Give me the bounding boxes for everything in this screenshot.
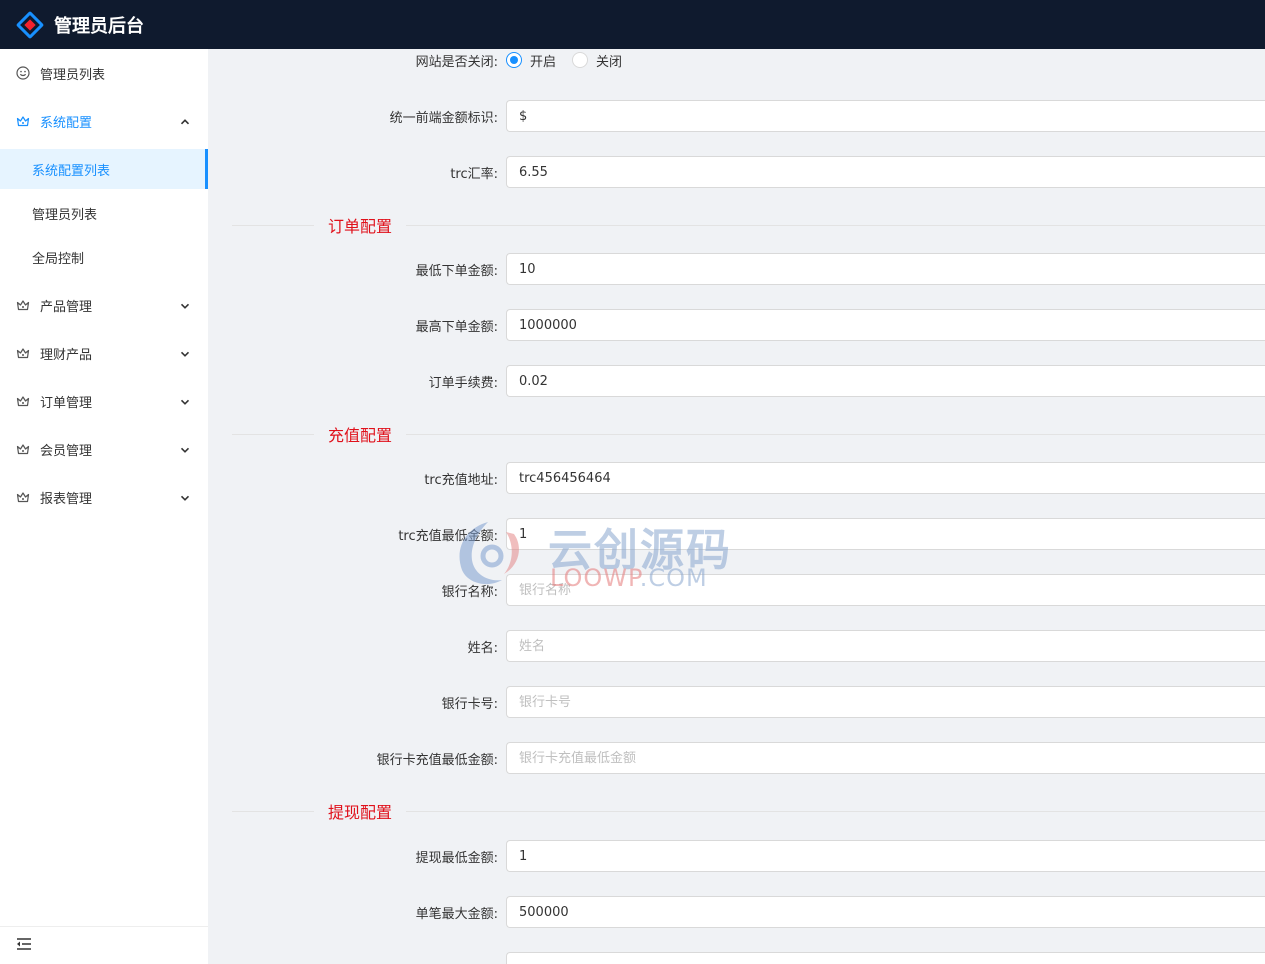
withdraw-max-input[interactable]	[506, 896, 1265, 928]
bank-min-input[interactable]	[506, 742, 1265, 774]
currency-symbol-input[interactable]	[506, 100, 1265, 132]
section-title-withdraw: 提现配置	[328, 803, 393, 822]
withdraw-min-input[interactable]	[506, 840, 1265, 872]
sidebar-item-label: 系统配置	[40, 115, 93, 131]
holder-name-input[interactable]	[506, 630, 1265, 662]
section-title-recharge: 充值配置	[328, 426, 393, 445]
form-row-site-close: 网站是否关闭: 开启 关闭	[208, 49, 1265, 76]
form-row-currency-symbol: 统一前端金额标识:	[208, 100, 1265, 132]
chevron-up-icon	[180, 116, 190, 126]
chevron-down-icon	[180, 348, 190, 358]
crown-icon	[16, 442, 30, 456]
sidebar-item-report-management[interactable]: 报表管理	[0, 473, 208, 521]
sidebar-subitem-system-config-list[interactable]: 系统配置列表	[0, 149, 208, 189]
chevron-down-icon	[180, 300, 190, 310]
app-logo-icon	[15, 10, 45, 39]
order-fee-input[interactable]	[506, 365, 1265, 397]
trc-rate-label: trc汇率:	[450, 166, 498, 182]
radio-close[interactable]	[572, 52, 589, 68]
sidebar-item-label: 理财产品	[40, 347, 93, 363]
menu-fold-icon	[16, 937, 32, 955]
radio-open-label: 开启	[530, 54, 557, 70]
partial-input[interactable]	[506, 952, 1265, 964]
trc-address-label: trc充值地址:	[424, 472, 498, 488]
radio-open[interactable]	[506, 52, 522, 68]
bank-name-label: 银行名称:	[441, 584, 498, 600]
order-fee-label: 订单手续费:	[428, 375, 498, 391]
sidebar-item-order-management[interactable]: 订单管理	[0, 377, 208, 425]
sidebar-item-label: 产品管理	[40, 299, 93, 315]
bank-name-input[interactable]	[506, 574, 1265, 606]
form-row-bank-name: 银行名称:	[208, 574, 1265, 606]
site-close-radio-group: 开启 关闭	[506, 51, 638, 70]
crown-icon	[16, 346, 30, 360]
trc-min-input[interactable]	[506, 518, 1265, 550]
form-row-partial	[208, 952, 1265, 964]
sidebar-item-system-config[interactable]: 系统配置	[0, 97, 208, 145]
form-row-trc-rate: trc汇率:	[208, 156, 1265, 188]
sidebar-item-member-management[interactable]: 会员管理	[0, 425, 208, 473]
crown-icon	[16, 114, 30, 128]
sidebar: 管理员列表 系统配置 系统配置列表 管理员列表 全局控制 产品管理 理财产品 订…	[0, 49, 208, 964]
sidebar-item-wealth-products[interactable]: 理财产品	[0, 329, 208, 377]
max-order-label: 最高下单金额:	[415, 319, 498, 335]
chevron-down-icon	[180, 492, 190, 502]
bank-min-label: 银行卡充值最低金额:	[376, 752, 498, 768]
trc-address-input[interactable]	[506, 462, 1265, 494]
section-title-order: 订单配置	[328, 217, 393, 236]
app-header: 管理员后台	[0, 0, 1265, 49]
sidebar-subitem-admin-list[interactable]: 管理员列表	[0, 193, 208, 233]
crown-icon	[16, 490, 30, 504]
form-row-order-fee: 订单手续费:	[208, 365, 1265, 397]
section-divider-withdraw: 提现配置	[232, 801, 1265, 822]
trc-min-label: trc充值最低金额:	[398, 528, 498, 544]
form-row-min-order: 最低下单金额:	[208, 253, 1265, 285]
form-row-holder-name: 姓名:	[208, 630, 1265, 662]
trc-rate-input[interactable]	[506, 156, 1265, 188]
max-order-input[interactable]	[506, 309, 1265, 341]
withdraw-max-label: 单笔最大金额:	[415, 906, 498, 922]
form-row-bank-min: 银行卡充值最低金额:	[208, 742, 1265, 774]
smile-icon	[16, 66, 30, 80]
crown-icon	[16, 394, 30, 408]
bank-card-input[interactable]	[506, 686, 1265, 718]
sidebar-subitem-global-control[interactable]: 全局控制	[0, 237, 208, 277]
chevron-down-icon	[180, 396, 190, 406]
section-divider-order: 订单配置	[232, 215, 1265, 236]
bank-card-label: 银行卡号:	[441, 696, 498, 712]
chevron-down-icon	[180, 444, 190, 454]
sidebar-item-label: 会员管理	[40, 443, 93, 459]
site-close-label: 网站是否关闭:	[415, 54, 498, 70]
form-row-trc-min: trc充值最低金额:	[208, 518, 1265, 550]
radio-close-label: 关闭	[596, 54, 623, 70]
sidebar-item-label: 订单管理	[40, 395, 93, 411]
holder-name-label: 姓名:	[467, 640, 498, 656]
sidebar-item-admin-list[interactable]: 管理员列表	[0, 49, 208, 97]
sidebar-item-label: 报表管理	[40, 491, 93, 507]
sidebar-collapse-button[interactable]	[0, 926, 208, 964]
form-row-withdraw-min: 提现最低金额:	[208, 840, 1265, 872]
form-row-bank-card: 银行卡号:	[208, 686, 1265, 718]
sidebar-item-product-management[interactable]: 产品管理	[0, 281, 208, 329]
sidebar-item-label: 管理员列表	[40, 67, 106, 83]
main-content: 网站是否关闭: 开启 关闭 统一前端金额标识: trc汇率: 订单配置 最低下单…	[208, 49, 1265, 964]
currency-symbol-label: 统一前端金额标识:	[389, 110, 498, 126]
min-order-input[interactable]	[506, 253, 1265, 285]
app-title: 管理员后台	[54, 15, 144, 37]
form-row-max-order: 最高下单金额:	[208, 309, 1265, 341]
withdraw-min-label: 提现最低金额:	[415, 850, 498, 866]
section-divider-recharge: 充值配置	[232, 424, 1265, 445]
crown-icon	[16, 298, 30, 312]
min-order-label: 最低下单金额:	[415, 263, 498, 279]
form-row-withdraw-max: 单笔最大金额:	[208, 896, 1265, 928]
form-row-trc-address: trc充值地址:	[208, 462, 1265, 494]
